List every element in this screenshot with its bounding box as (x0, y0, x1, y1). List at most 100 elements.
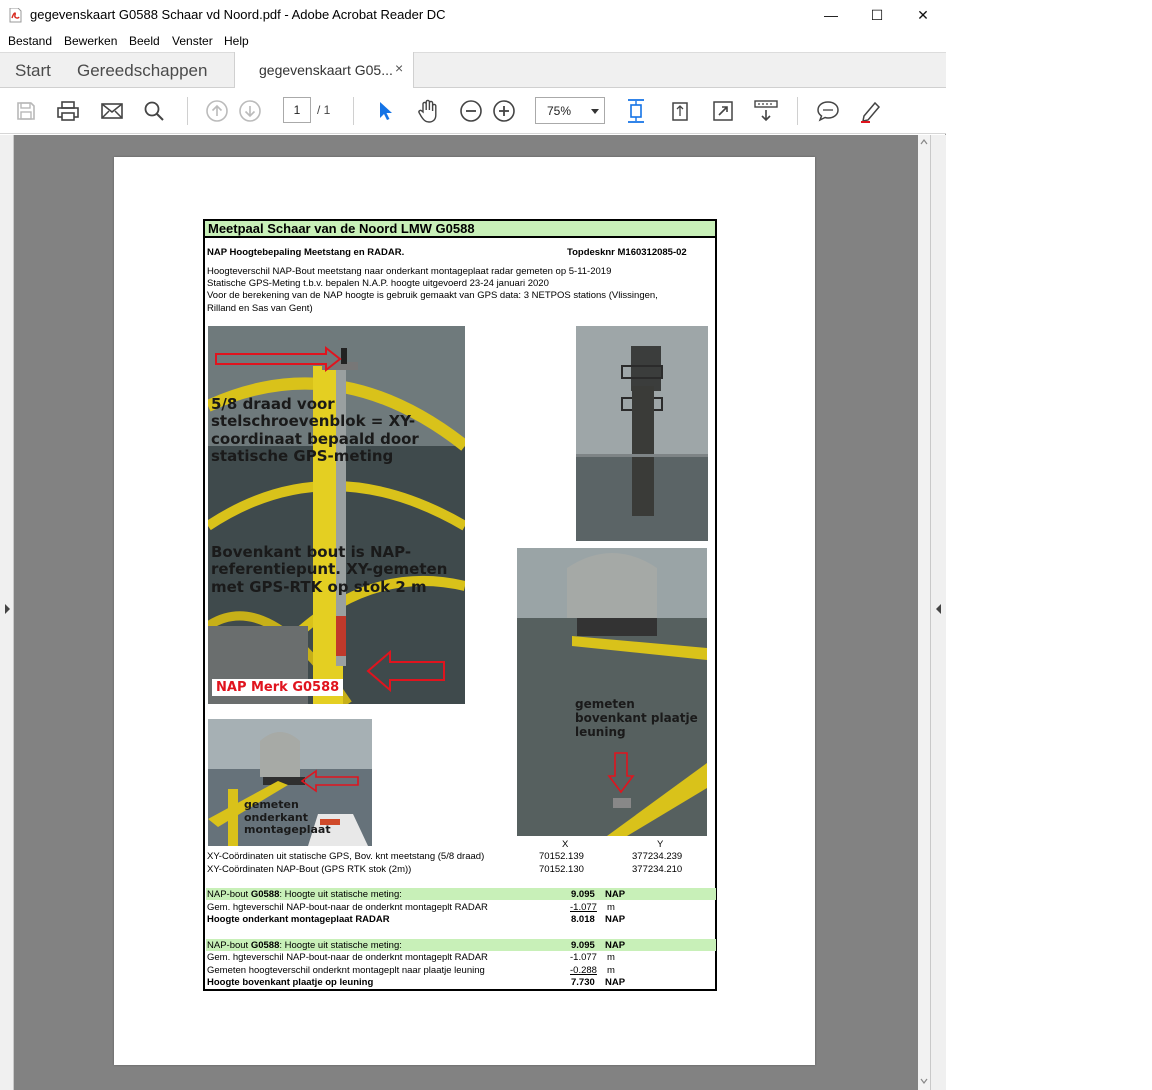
close-tab-icon[interactable]: × (395, 60, 403, 76)
sheet-subtitle: NAP Hoogtebepaling Meetstang en RADAR. (207, 247, 405, 258)
close-window-button[interactable]: ✕ (900, 0, 946, 30)
maximize-button[interactable]: ☐ (854, 0, 900, 30)
calc-label-part: NAP-bout (207, 889, 251, 900)
minimize-icon: — (824, 7, 838, 23)
photo-caption: 5/8 draad voor stelschroevenblok = XY-co… (211, 395, 419, 465)
scroll-up-icon[interactable] (920, 139, 928, 145)
comment-icon[interactable] (815, 98, 841, 124)
acrobat-window: gegevenskaart G0588 Schaar vd Noord.pdf … (0, 0, 946, 1090)
title-bar: gegevenskaart G0588 Schaar vd Noord.pdf … (0, 0, 946, 30)
select-cursor-icon[interactable] (372, 98, 398, 124)
calc-unit: m (607, 965, 615, 976)
xy-row-y: 377234.239 (632, 851, 683, 862)
save-icon[interactable] (13, 98, 39, 124)
xy-row-x: 70152.130 (539, 864, 584, 875)
info-line: Rilland en Sas van Gent) (207, 303, 313, 314)
calc-row-label: Gemeten hoogteverschil onderknt montagep… (207, 965, 485, 976)
chevron-down-icon (591, 109, 599, 114)
menu-bewerken[interactable]: Bewerken (64, 34, 117, 48)
expand-left-pane-icon[interactable] (3, 603, 11, 615)
calc-unit: m (607, 902, 615, 913)
calc-label-part: G0588 (250, 940, 280, 951)
photo-montageplaat: gemeten onderkant montageplaat (208, 719, 372, 846)
print-icon[interactable] (55, 98, 81, 124)
rotate-view-icon[interactable] (667, 98, 693, 124)
calc-value: -1.077 (570, 952, 597, 963)
zoom-value: 75% (547, 104, 572, 118)
read-mode-icon[interactable] (753, 98, 779, 124)
nap-mark-label: NAP Merk G0588 (212, 679, 344, 696)
toolbar-separator (353, 97, 354, 125)
toolbar-separator (797, 97, 798, 125)
page-number-input[interactable]: 1 (283, 97, 311, 123)
pdf-file-icon (9, 8, 22, 23)
tab-bar: Start Gereedschappen gegevenskaart G05..… (0, 52, 946, 89)
info-line: Statische GPS-Meting t.b.v. bepalen N.A.… (207, 278, 549, 289)
calc-value: -0.288 (570, 965, 597, 976)
tab-start[interactable]: Start (15, 61, 51, 81)
scroll-down-icon[interactable] (920, 1078, 928, 1084)
zoom-select[interactable]: 75% (535, 97, 605, 124)
right-pane-collapsed (930, 135, 946, 1090)
column-header-x: X (562, 839, 569, 850)
photo-radar-leuning: gemeten bovenkant plaatje leuning (517, 548, 707, 836)
fit-page-icon[interactable] (623, 98, 649, 124)
tab-tools[interactable]: Gereedschappen (77, 61, 207, 81)
column-header-y: Y (657, 839, 664, 850)
xy-row-label: XY-Coördinaten uit statische GPS, Bov. k… (207, 851, 485, 862)
document-tab-label: gegevenskaart G05... (259, 62, 393, 78)
search-icon[interactable] (141, 98, 167, 124)
calc-label-part: NAP-bout (207, 940, 251, 951)
menu-bar: Bestand Bewerken Beeld Venster Help (0, 30, 946, 52)
calc-row-label: Gem. hgteverschil NAP-bout-naar de onder… (207, 902, 488, 913)
tab-document[interactable]: gegevenskaart G05... × (234, 52, 414, 89)
photo-measuring-tower (576, 326, 708, 541)
topdesk-number: Topdesknr M160312085-02 (567, 247, 687, 258)
toolbar-separator (187, 97, 188, 125)
toolbar (0, 88, 946, 134)
vertical-scrollbar[interactable] (918, 135, 930, 1090)
calc-value: -1.077 (570, 902, 597, 913)
info-line: Voor de berekening van de NAP hoogte is … (207, 290, 658, 301)
left-pane-collapsed (0, 135, 14, 1090)
hand-tool-icon[interactable] (415, 98, 441, 124)
minimize-button[interactable]: — (808, 0, 854, 30)
calc-label-part: G0588 (250, 889, 280, 900)
info-line: Hoogteverschil NAP-Bout meetstang naar o… (207, 266, 612, 277)
calc-unit: NAP (605, 889, 626, 900)
email-icon[interactable] (99, 98, 125, 124)
full-screen-icon[interactable] (710, 98, 736, 124)
menu-venster[interactable]: Venster (172, 34, 213, 48)
maximize-icon: ☐ (870, 6, 884, 23)
calc-value: 9.095 (571, 889, 595, 900)
page-total: / 1 (317, 103, 331, 117)
xy-row-label: XY-Coördinaten NAP-Bout (GPS RTK stok (2… (207, 864, 412, 875)
photo-caption: gemeten bovenkant plaatje leuning (575, 697, 698, 739)
next-page-icon[interactable] (237, 98, 263, 124)
calc-row-label: Gem. hgteverschil NAP-bout-naar de onder… (207, 952, 488, 963)
calc-label-part: : Hoogte uit statische meting: (279, 940, 402, 951)
photo-meetstang: 5/8 draad voor stelschroevenblok = XY-co… (208, 326, 465, 704)
calc-unit: NAP (605, 940, 626, 951)
xy-row-y: 377234.210 (632, 864, 683, 875)
window-title: gegevenskaart G0588 Schaar vd Noord.pdf … (30, 7, 446, 22)
calc-unit: NAP (605, 977, 626, 988)
photo-caption: Bovenkant bout is NAP-referentiepunt. XY… (211, 543, 448, 596)
calc-value: 9.095 (571, 940, 595, 951)
highlight-pen-icon[interactable] (858, 98, 884, 124)
calc-unit: m (607, 952, 615, 963)
zoom-in-icon[interactable] (491, 98, 517, 124)
calc-row-label: Hoogte bovenkant plaatje op leuning (207, 977, 374, 988)
calc-value: 8.018 (571, 914, 595, 925)
calc-label-part: : Hoogte uit statische meting: (279, 889, 402, 900)
expand-right-pane-icon[interactable] (935, 603, 943, 615)
previous-page-icon[interactable] (204, 98, 230, 124)
calc-value: 7.730 (571, 977, 595, 988)
menu-beeld[interactable]: Beeld (129, 34, 160, 48)
calc-row-label: NAP-bout G0588: Hoogte uit statische met… (207, 889, 402, 901)
menu-bestand[interactable]: Bestand (8, 34, 52, 48)
xy-row-x: 70152.139 (539, 851, 584, 862)
sheet-title: Meetpaal Schaar van de Noord LMW G0588 (205, 221, 715, 238)
menu-help[interactable]: Help (224, 34, 249, 48)
zoom-out-icon[interactable] (458, 98, 484, 124)
